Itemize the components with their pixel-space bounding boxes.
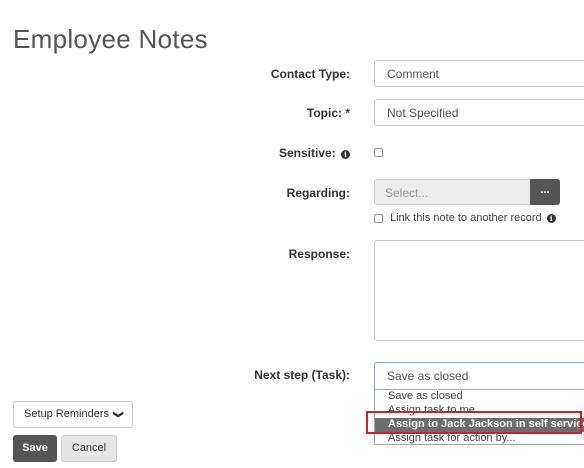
save-button[interactable]: Save (13, 435, 57, 462)
topic-label: Topic: * (306, 106, 350, 120)
setup-reminders-label: Setup Reminders (24, 408, 109, 420)
next-step-label: Next step (Task): (254, 368, 350, 382)
contact-type-select[interactable]: Comment (374, 60, 584, 87)
info-icon: i (341, 150, 350, 159)
contact-type-value: Comment (387, 67, 440, 81)
regarding-input[interactable]: Select... (374, 179, 531, 205)
sensitive-checkbox[interactable] (374, 148, 383, 157)
dropdown-option-assign-action-by[interactable]: Assign task for action by... (375, 432, 584, 444)
link-note-label: Link this note to another record (390, 212, 542, 224)
regarding-placeholder: Select... (385, 186, 429, 200)
dropdown-option-assign-jack-jackson[interactable]: Assign to Jack Jackson in self service (375, 418, 584, 432)
dropdown-option-assign-me[interactable]: Assign task to me (375, 404, 584, 418)
response-textarea[interactable] (374, 240, 584, 341)
contact-type-label: Contact Type: (270, 67, 350, 81)
topic-select[interactable]: Not Specified (374, 99, 584, 126)
link-note-row: Link this note to another record i (390, 212, 556, 224)
next-step-value: Save as closed (387, 369, 469, 383)
chevron-down-icon: ❯ (112, 410, 124, 419)
sensitive-label-row: Sensitive: i (279, 146, 350, 160)
dropdown-option-save-closed[interactable]: Save as closed (375, 390, 584, 404)
sensitive-label: Sensitive: (278, 146, 336, 160)
regarding-browse-button[interactable]: ... (530, 179, 560, 205)
link-note-checkbox[interactable] (374, 214, 383, 223)
regarding-label: Regarding: (286, 186, 350, 200)
next-step-dropdown-list: Save as closed Assign task to me Assign … (374, 389, 584, 445)
setup-reminders-button[interactable]: Setup Reminders ❯ (13, 401, 133, 428)
response-label: Response: (288, 247, 350, 261)
next-step-select[interactable]: Save as closed (374, 362, 584, 389)
page-title: Employee Notes (13, 24, 208, 54)
cancel-button[interactable]: Cancel (61, 435, 117, 462)
topic-value: Not Specified (387, 106, 459, 120)
info-icon: i (546, 214, 556, 223)
